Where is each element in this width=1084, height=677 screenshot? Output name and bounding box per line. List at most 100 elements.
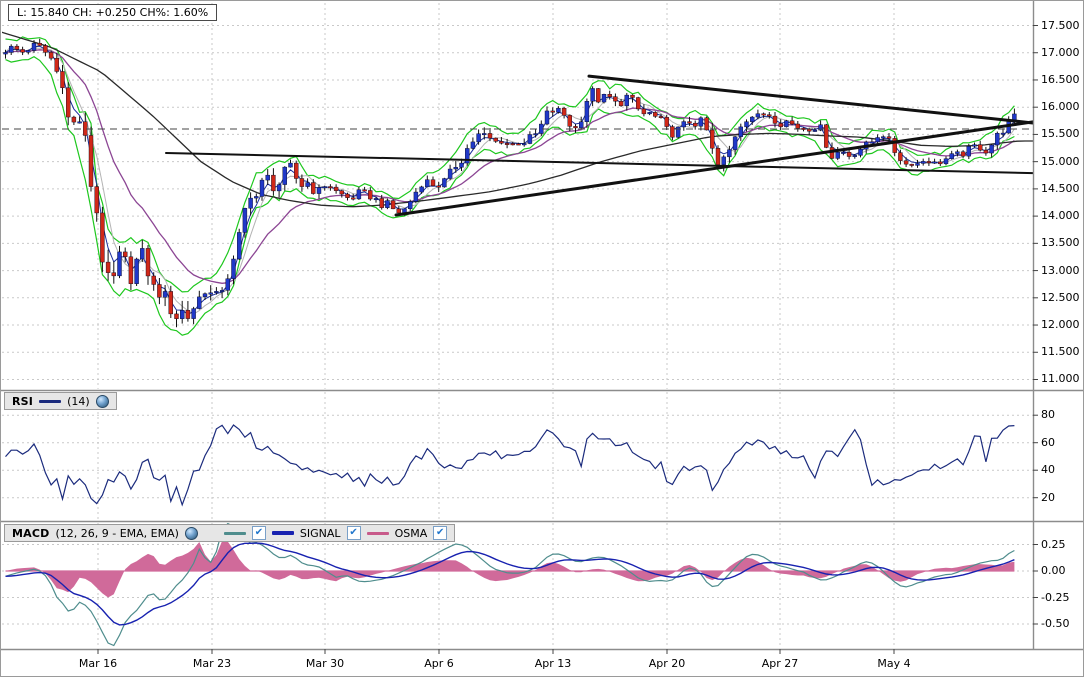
price-axis-label: 17.000 xyxy=(1041,46,1080,59)
candle-body xyxy=(226,279,230,291)
candle-body xyxy=(756,114,760,117)
rsi-line xyxy=(6,425,1015,505)
candle-body xyxy=(933,162,937,163)
candle-body xyxy=(471,142,475,149)
candle-body xyxy=(853,155,857,156)
osma-visibility-checkbox[interactable]: ✔ xyxy=(433,526,447,540)
rsi-line-sample xyxy=(39,400,61,403)
navy-ma-line xyxy=(6,46,1015,314)
chart-surface[interactable] xyxy=(1,1,1084,677)
candle-body xyxy=(266,175,270,180)
date-axis-label: Apr 13 xyxy=(521,657,585,670)
candle-body xyxy=(163,291,167,297)
candle-body xyxy=(579,122,583,128)
candle-body xyxy=(442,179,446,187)
candle-body xyxy=(346,194,350,198)
candle-body xyxy=(43,46,47,53)
rsi-title: RSI xyxy=(12,395,33,408)
candle-body xyxy=(973,145,977,147)
candle-body xyxy=(739,127,743,137)
candle-body xyxy=(157,284,161,297)
price-axis-label: 15.000 xyxy=(1041,155,1080,168)
candle-body xyxy=(619,101,623,106)
candle-body xyxy=(528,135,532,144)
candle-body xyxy=(72,117,76,122)
candle-body xyxy=(796,124,800,128)
candle-body xyxy=(499,141,503,143)
candle-body xyxy=(323,187,327,188)
date-axis-label: May 4 xyxy=(862,657,926,670)
macd-params: (12, 26, 9 - EMA, EMA) xyxy=(55,527,178,540)
candle-body xyxy=(784,121,788,127)
candle-body xyxy=(522,144,526,145)
candle-body xyxy=(9,46,13,52)
candle-body xyxy=(944,159,948,164)
candle-body xyxy=(722,157,726,165)
candle-body xyxy=(659,116,663,117)
candle-body xyxy=(100,213,104,262)
date-axis-label: Apr 27 xyxy=(748,657,812,670)
macd-axis-label: -0.25 xyxy=(1041,591,1069,604)
candle-body xyxy=(95,187,99,213)
signal-visibility-checkbox[interactable]: ✔ xyxy=(347,526,361,540)
date-axis-label: Mar 16 xyxy=(66,657,130,670)
rsi-panel xyxy=(6,425,1015,505)
candle-body xyxy=(824,125,828,148)
price-axis-label: 13.500 xyxy=(1041,236,1080,249)
candle-body xyxy=(209,293,213,294)
candle-body xyxy=(750,117,754,122)
candle-body xyxy=(78,122,82,123)
upper-band-line xyxy=(6,37,1015,292)
candle-body xyxy=(152,276,156,284)
candle-body xyxy=(705,118,709,130)
osma-line-sample xyxy=(367,532,389,535)
price-axis-label: 16.500 xyxy=(1041,73,1080,86)
candle-body xyxy=(870,142,874,143)
candle-body xyxy=(596,88,600,102)
candle-body xyxy=(289,163,293,167)
candle-body xyxy=(15,46,19,49)
rsi-params: (14) xyxy=(67,395,90,408)
candle-body xyxy=(21,49,25,52)
date-axis-label: Apr 20 xyxy=(635,657,699,670)
fast-ma-line xyxy=(6,46,1015,314)
candle-body xyxy=(408,201,412,208)
price-info-box: L: 15.840 CH: +0.250 CH%: 1.60% xyxy=(8,4,217,21)
price-axis-label: 15.500 xyxy=(1041,127,1080,140)
macd-settings-globe-icon[interactable] xyxy=(185,527,198,540)
rsi-settings-globe-icon[interactable] xyxy=(96,395,109,408)
candles xyxy=(4,39,1017,327)
candle-body xyxy=(779,123,783,127)
candle-body xyxy=(727,150,731,157)
candle-body xyxy=(1001,133,1005,134)
macd-axis-label: 0.00 xyxy=(1041,564,1066,577)
price-axis-label: 12.000 xyxy=(1041,318,1080,331)
candle-body xyxy=(494,138,498,141)
gridlines xyxy=(2,3,1033,648)
candle-body xyxy=(488,133,492,138)
price-axis-label: 17.500 xyxy=(1041,19,1080,32)
macd-legend: MACD (12, 26, 9 - EMA, EMA) ✔ SIGNAL ✔ O… xyxy=(4,524,455,542)
candle-body xyxy=(38,43,42,45)
candle-body xyxy=(938,162,942,164)
macd-axis-label: -0.50 xyxy=(1041,617,1069,630)
candle-body xyxy=(613,97,617,101)
candle-body xyxy=(602,94,606,102)
candle-body xyxy=(910,164,914,165)
price-info-text: L: 15.840 CH: +0.250 CH%: 1.60% xyxy=(17,6,208,19)
candle-body xyxy=(271,175,275,191)
macd-visibility-checkbox[interactable]: ✔ xyxy=(252,526,266,540)
candle-body xyxy=(653,112,657,116)
candle-body xyxy=(710,130,714,148)
candle-body xyxy=(203,294,207,297)
candle-body xyxy=(967,146,971,156)
candle-body xyxy=(847,152,851,156)
candle-body xyxy=(568,115,572,126)
date-axis-label: Mar 23 xyxy=(180,657,244,670)
candle-body xyxy=(169,291,173,313)
candle-body xyxy=(135,259,139,284)
candle-body xyxy=(32,43,36,50)
candle-body xyxy=(995,133,999,145)
candle-body xyxy=(340,191,344,194)
candle-body xyxy=(636,98,640,109)
